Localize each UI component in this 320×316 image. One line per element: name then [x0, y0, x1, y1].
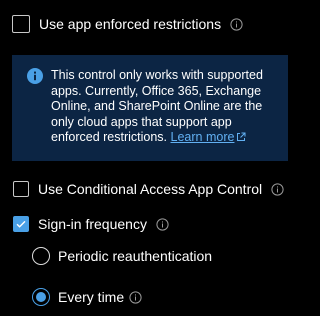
every-time-radio[interactable] — [32, 288, 50, 306]
info-icon[interactable] — [129, 290, 142, 304]
radio-selected-dot — [36, 292, 46, 302]
info-icon[interactable] — [230, 17, 243, 31]
learn-more-link[interactable]: Learn more — [171, 130, 247, 144]
sign-in-frequency-label[interactable]: Sign-in frequency — [38, 216, 147, 232]
info-icon[interactable] — [156, 217, 169, 231]
info-circle-filled-icon — [27, 68, 43, 84]
learn-more-label: Learn more — [170, 130, 235, 144]
conditional-access-app-control-option: Use Conditional Access App Control — [13, 180, 284, 198]
sign-in-frequency-option: Sign-in frequency — [13, 215, 169, 233]
conditional-access-app-control-checkbox[interactable] — [13, 181, 29, 197]
app-enforced-restrictions-option: Use app enforced restrictions — [12, 14, 243, 34]
app-enforced-restrictions-checkbox[interactable] — [12, 15, 30, 33]
checkmark-icon — [16, 220, 26, 228]
every-time-label[interactable]: Every time — [58, 289, 124, 305]
periodic-reauthentication-option: Periodic reauthentication — [32, 247, 212, 265]
external-link-icon — [237, 132, 246, 141]
sign-in-frequency-checkbox[interactable] — [13, 216, 29, 232]
periodic-reauthentication-label[interactable]: Periodic reauthentication — [58, 248, 212, 264]
info-icon[interactable] — [271, 182, 284, 196]
app-enforced-restrictions-label[interactable]: Use app enforced restrictions — [39, 16, 221, 32]
periodic-reauthentication-radio[interactable] — [32, 247, 50, 265]
every-time-option: Every time — [32, 288, 142, 306]
info-banner: This control only works with supported a… — [12, 55, 288, 161]
conditional-access-app-control-label[interactable]: Use Conditional Access App Control — [38, 181, 262, 197]
info-banner-message: This control only works with supported a… — [51, 68, 281, 146]
